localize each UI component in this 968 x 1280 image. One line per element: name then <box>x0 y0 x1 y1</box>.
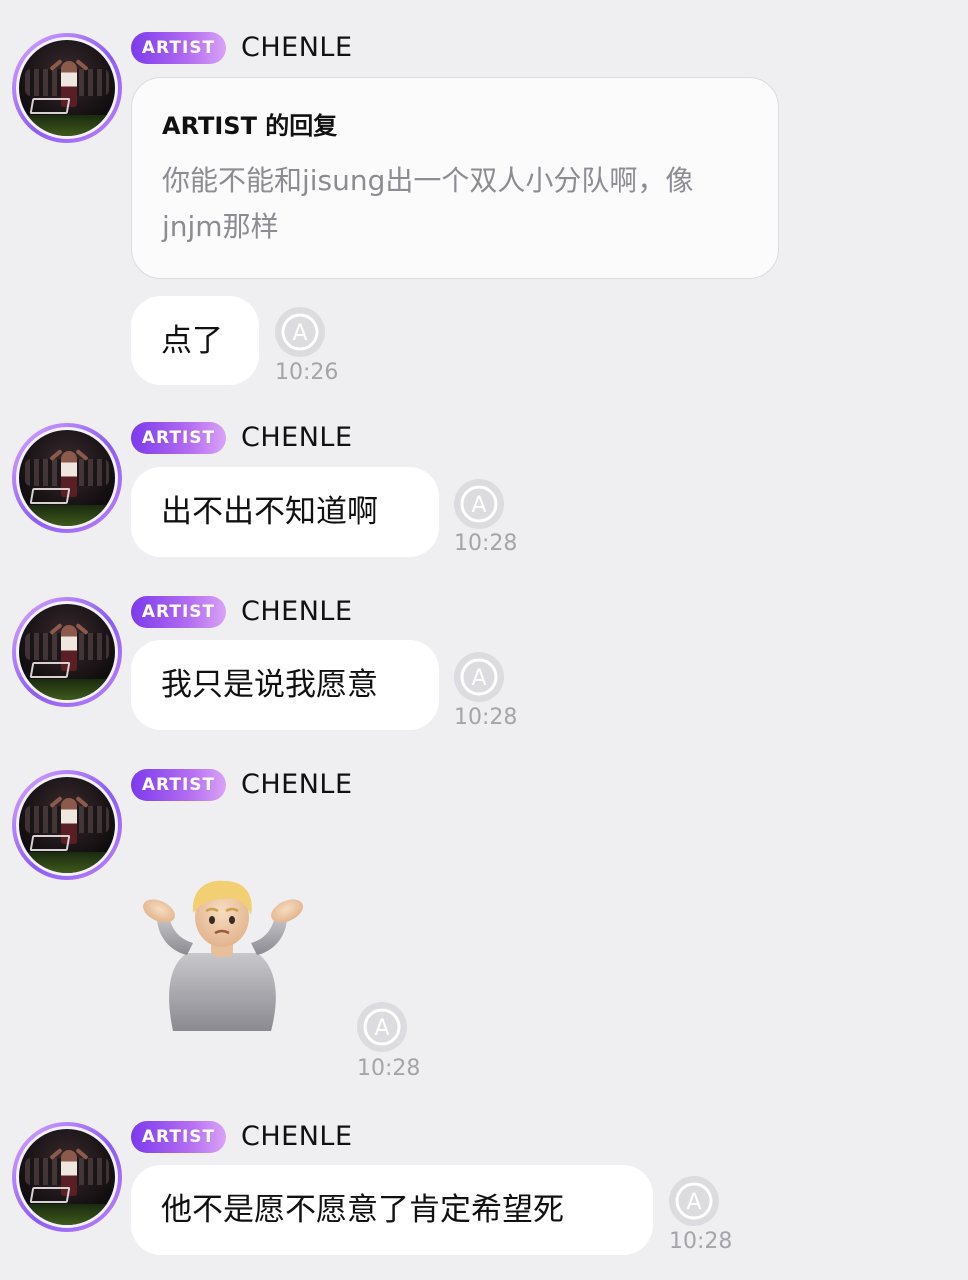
avatar[interactable] <box>12 1122 122 1232</box>
sender-name[interactable]: CHENLE <box>241 596 353 628</box>
svg-text:A: A <box>471 493 486 518</box>
avatar[interactable] <box>12 423 122 533</box>
reply-text-line: jnjm那样 <box>162 210 279 243</box>
artist-badge: ARTIST <box>131 32 226 64</box>
person-shrugging-emoji[interactable] <box>135 873 310 1033</box>
translate-icon[interactable]: A <box>667 1174 721 1228</box>
timestamp: 10:28 <box>454 531 518 556</box>
timestamp: 10:28 <box>454 705 518 730</box>
avatar[interactable] <box>12 597 122 707</box>
timestamp: 10:26 <box>275 360 339 385</box>
sender-name[interactable]: CHENLE <box>241 769 353 801</box>
sender-name[interactable]: CHENLE <box>241 422 353 454</box>
message-bubble[interactable]: 出不出不知道啊 <box>131 467 439 557</box>
reply-title: ARTIST 的回复 <box>162 112 338 140</box>
translate-icon[interactable]: A <box>452 650 506 704</box>
avatar[interactable] <box>12 770 122 880</box>
artist-badge: ARTIST <box>131 596 226 628</box>
translate-icon[interactable]: A <box>355 1000 409 1054</box>
timestamp: 10:28 <box>669 1229 733 1254</box>
reply-text-line: 你能不能和jisung出一个双人小分队啊，像 <box>162 164 694 197</box>
message-bubble[interactable]: 我只是说我愿意 <box>131 640 439 730</box>
svg-text:A: A <box>686 1190 701 1215</box>
svg-text:A: A <box>471 666 486 691</box>
reply-text: 你能不能和jisung出一个双人小分队啊，像 jnjm那样 <box>162 158 748 250</box>
avatar[interactable] <box>12 33 122 143</box>
quoted-reply-card[interactable]: ARTIST 的回复 你能不能和jisung出一个双人小分队啊，像 jnjm那样 <box>131 77 779 279</box>
artist-badge: ARTIST <box>131 1121 226 1153</box>
message-bubble[interactable]: 点了 <box>131 296 259 385</box>
svg-text:A: A <box>292 321 307 346</box>
artist-badge: ARTIST <box>131 769 226 801</box>
svg-text:A: A <box>374 1016 389 1041</box>
artist-badge: ARTIST <box>131 422 226 454</box>
translate-icon[interactable]: A <box>273 305 327 359</box>
message-bubble[interactable]: 他不是愿不愿意了肯定希望死 <box>131 1165 653 1255</box>
timestamp: 10:28 <box>357 1056 421 1081</box>
translate-icon[interactable]: A <box>452 477 506 531</box>
sender-name[interactable]: CHENLE <box>241 1121 353 1153</box>
sender-name[interactable]: CHENLE <box>241 32 353 64</box>
